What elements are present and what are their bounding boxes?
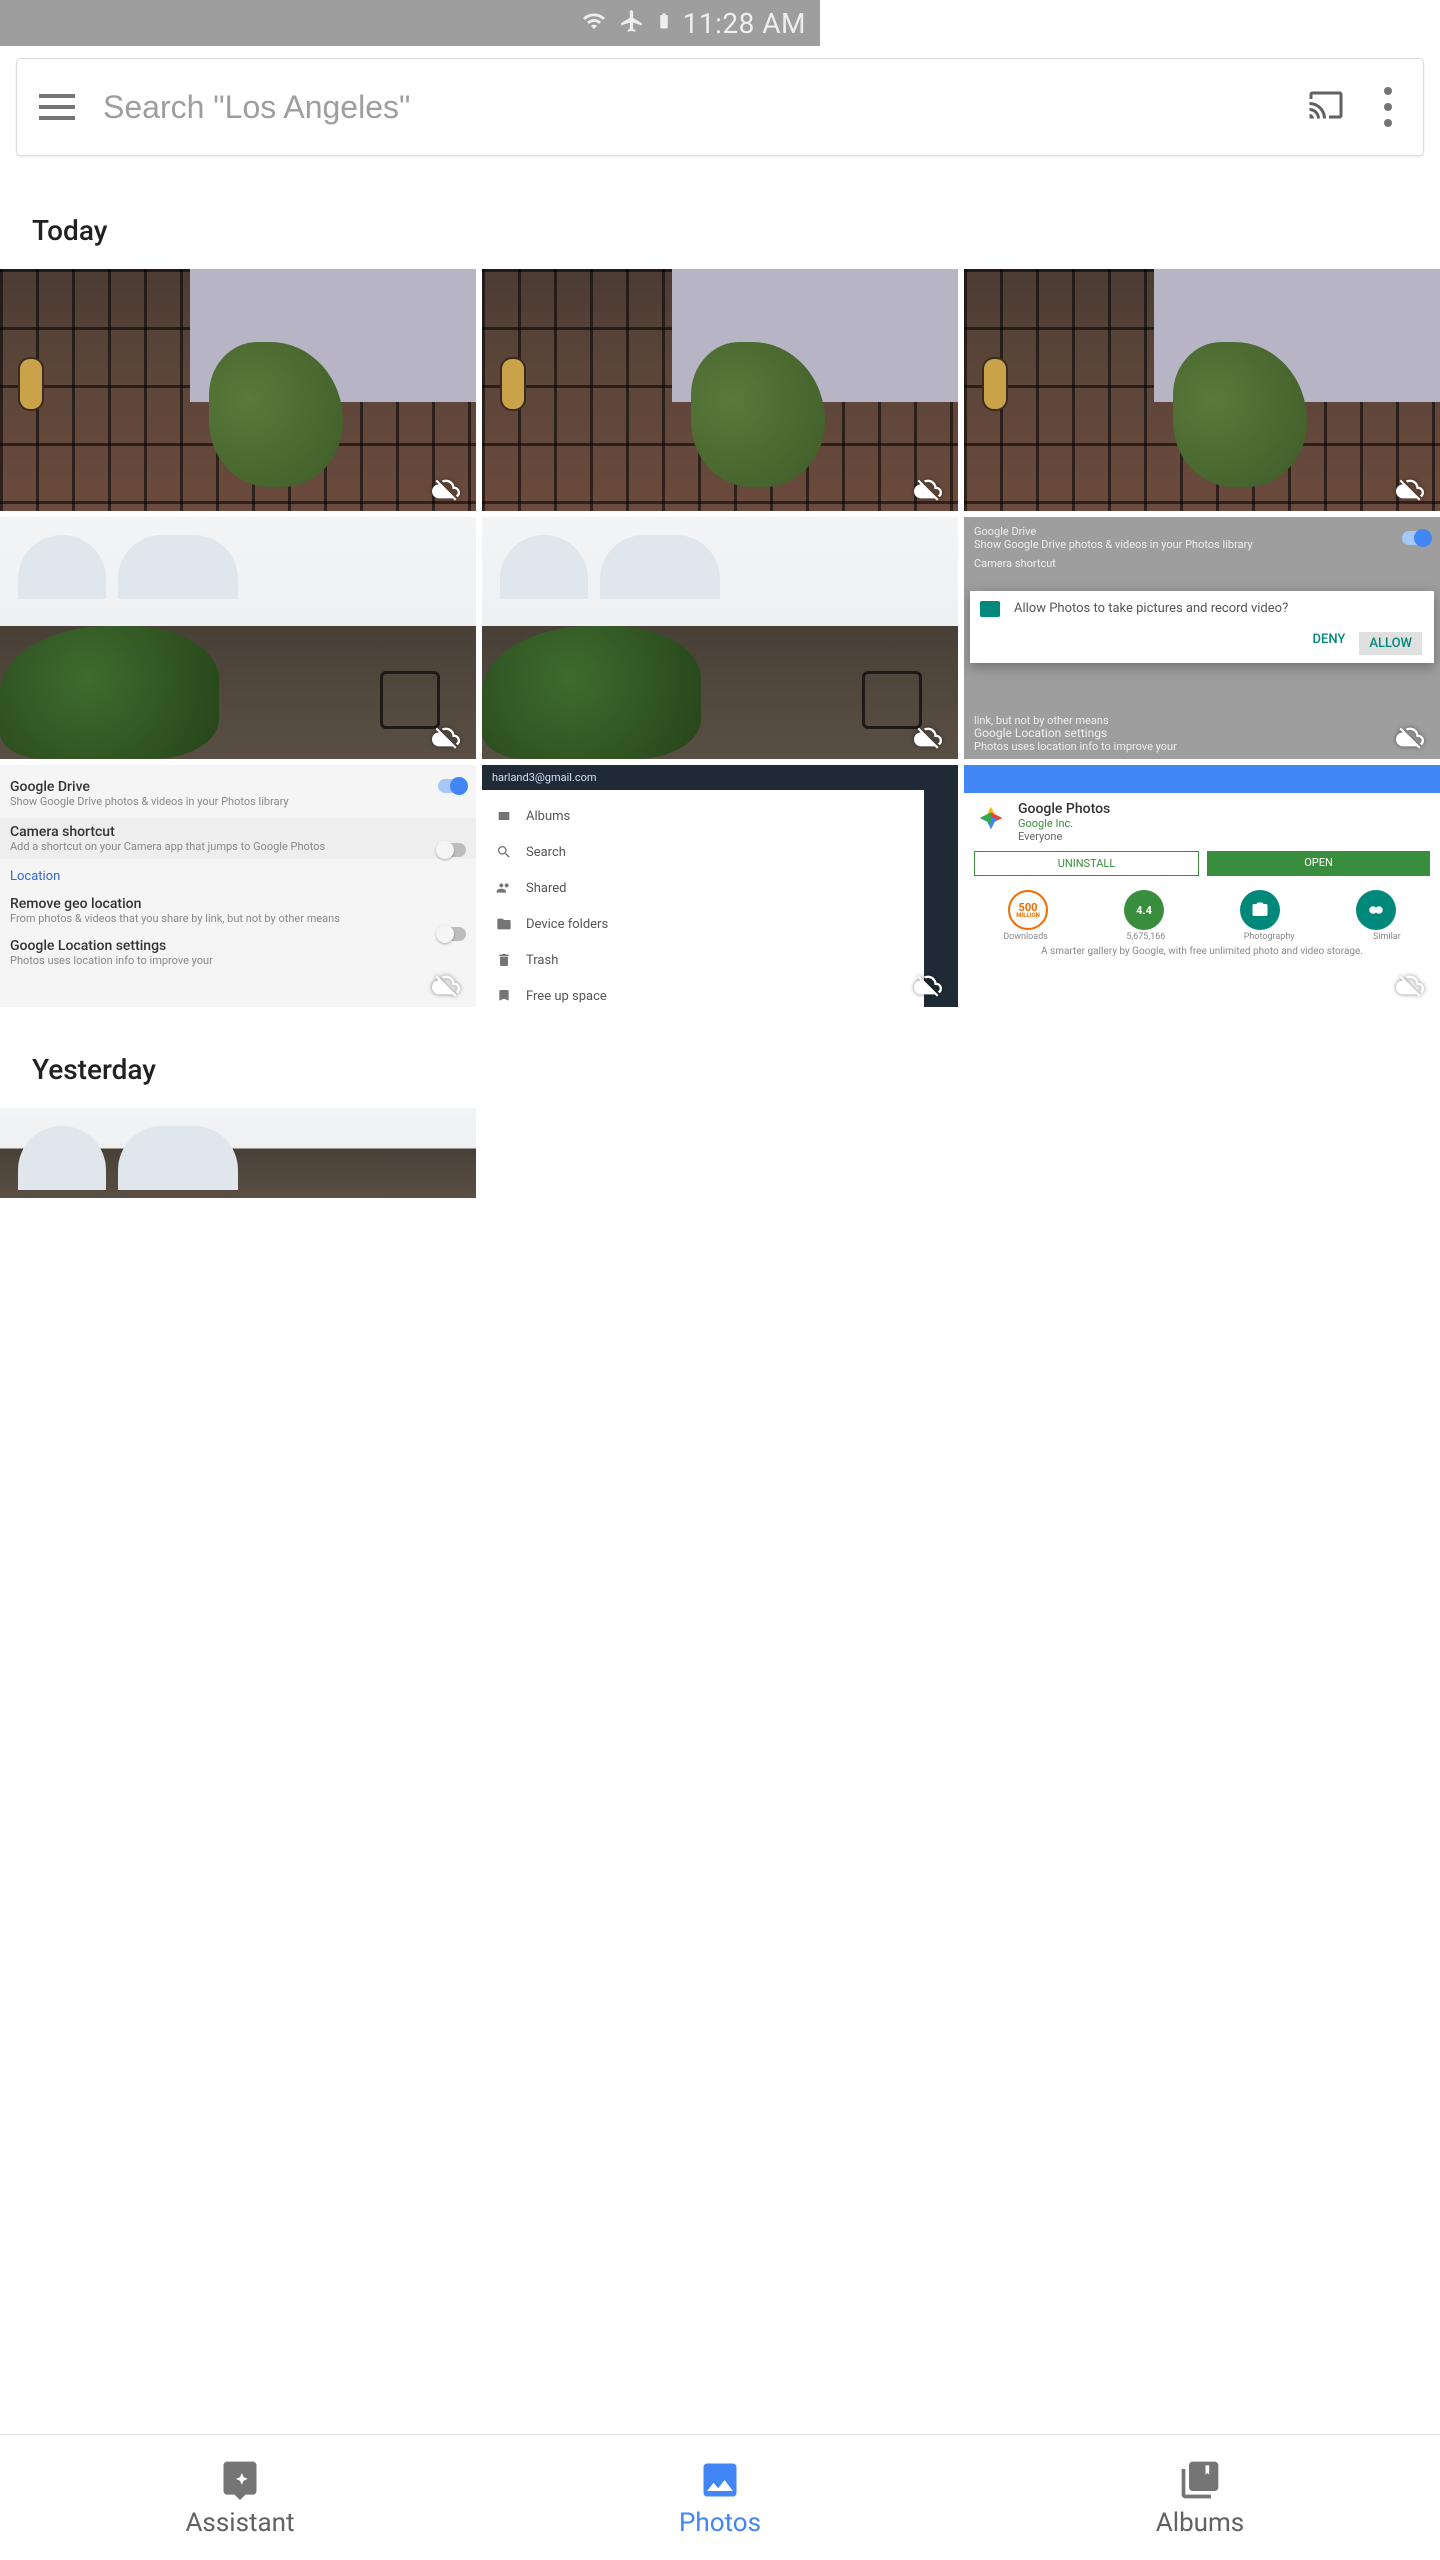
cloud-off-icon: [426, 971, 466, 999]
ss-text: Downloads: [1003, 932, 1048, 942]
ss-text: Google Location settings: [10, 938, 466, 954]
ss-text: 5,675,166: [1126, 932, 1165, 942]
ss-text: Device folders: [526, 917, 608, 932]
today-grid: Google DriveShow Google Drive photos & v…: [0, 269, 1440, 1007]
bottom-nav: Assistant Photos Albums: [0, 2434, 1440, 2560]
tab-label: Photos: [679, 2508, 761, 2538]
tab-label: Assistant: [185, 2508, 294, 2538]
ss-text: harland3@gmail.com: [482, 765, 924, 790]
tab-albums[interactable]: Albums: [960, 2435, 1440, 2560]
ss-text: Google Drive: [974, 525, 1430, 538]
cloud-off-icon: [1390, 723, 1430, 751]
ss-text: Google Location settings: [974, 726, 1430, 740]
camera-icon: [980, 601, 1000, 617]
similar-icon: [1356, 890, 1396, 930]
google-photos-icon: [974, 801, 1008, 835]
ss-text: 4.4: [1124, 890, 1164, 930]
tab-label: Albums: [1156, 2508, 1244, 2538]
status-bar: 11:28 AM: [0, 0, 820, 46]
ss-text: Show Google Drive photos & videos in you…: [10, 795, 466, 808]
yesterday-grid: [0, 1108, 1440, 1198]
ss-text: ALLOW: [1359, 632, 1422, 655]
ss-text: Albums: [526, 809, 570, 824]
screenshot-thumb[interactable]: Google DriveShow Google Drive photos & v…: [964, 517, 1440, 759]
screenshot-thumb[interactable]: harland3@gmail.com Albums Search Shared …: [482, 765, 958, 1007]
ss-text: DENY: [1313, 632, 1346, 655]
ss-text: Remove geo location: [10, 896, 466, 912]
ss-text: 500: [1019, 902, 1038, 913]
search-bar[interactable]: [16, 58, 1424, 156]
airplane-icon: [619, 8, 645, 38]
ss-text: MILLION: [1016, 913, 1040, 919]
screenshot-thumb[interactable]: Google Photos Google Inc. Everyone UNINS…: [964, 765, 1440, 1007]
ss-text: Trash: [526, 953, 558, 968]
cloud-off-icon: [426, 475, 466, 503]
ss-text: Google Inc.: [1018, 817, 1110, 830]
ss-text: Location: [10, 869, 466, 884]
ss-text: Free up space: [526, 989, 607, 1004]
battery-icon: [655, 7, 673, 39]
ss-text: Shared: [526, 881, 566, 896]
ss-text: UNINSTALL: [974, 851, 1199, 876]
search-input[interactable]: [103, 89, 1277, 126]
tab-assistant[interactable]: Assistant: [0, 2435, 480, 2560]
ss-text: Google Drive: [10, 779, 466, 795]
photo-thumb[interactable]: [0, 269, 476, 511]
ss-text: Everyone: [1018, 830, 1110, 843]
ss-text: Google Photos: [1018, 801, 1110, 817]
camera-icon: [1240, 890, 1280, 930]
ss-text: A smarter gallery by Google, with free u…: [964, 942, 1440, 961]
photo-thumb[interactable]: [482, 269, 958, 511]
toggle-icon: [438, 843, 466, 857]
cloud-off-icon: [426, 723, 466, 751]
photo-thumb[interactable]: [0, 1108, 476, 1198]
ss-text: Search: [526, 845, 566, 860]
ss-text: Add a shortcut on your Camera app that j…: [10, 840, 466, 853]
section-yesterday: Yesterday: [0, 1007, 1440, 1108]
cast-icon[interactable]: [1305, 87, 1347, 127]
toggle-icon: [438, 779, 466, 793]
albums-icon: [1178, 2458, 1222, 2502]
ss-text: Camera shortcut: [974, 557, 1430, 570]
wifi-icon: [579, 9, 609, 37]
photo-thumb[interactable]: [0, 517, 476, 759]
ss-text: Camera shortcut: [10, 824, 466, 840]
section-today: Today: [0, 156, 1440, 269]
ss-text: OPEN: [1207, 851, 1430, 876]
menu-icon[interactable]: [39, 94, 75, 120]
cloud-off-icon: [1390, 475, 1430, 503]
ss-text: Similar: [1373, 932, 1401, 942]
cloud-off-icon: [1390, 971, 1430, 999]
cloud-off-icon: [908, 475, 948, 503]
cloud-off-icon: [908, 723, 948, 751]
toggle-icon: [1402, 531, 1430, 545]
ss-text: Photos uses location info to improve you…: [10, 954, 466, 967]
more-icon[interactable]: [1375, 87, 1401, 127]
ss-text: Photos uses location info to improve you…: [974, 740, 1430, 753]
cloud-off-icon: [908, 971, 948, 999]
photo-thumb[interactable]: [964, 269, 1440, 511]
toggle-icon: [438, 927, 466, 941]
photo-thumb[interactable]: [482, 517, 958, 759]
ss-text: From photos & videos that you share by l…: [10, 912, 466, 925]
screenshot-thumb[interactable]: Google DriveShow Google Drive photos & v…: [0, 765, 476, 1007]
ss-text: Allow Photos to take pictures and record…: [1014, 601, 1422, 616]
photos-icon: [698, 2458, 742, 2502]
tab-photos[interactable]: Photos: [480, 2435, 960, 2560]
assistant-icon: [218, 2458, 262, 2502]
content-area: Today Google DriveShow Google Drive phot…: [0, 46, 1440, 2434]
ss-text: Show Google Drive photos & videos in you…: [974, 538, 1430, 551]
status-time: 11:28 AM: [683, 7, 806, 40]
ss-text: Photography: [1244, 932, 1295, 942]
